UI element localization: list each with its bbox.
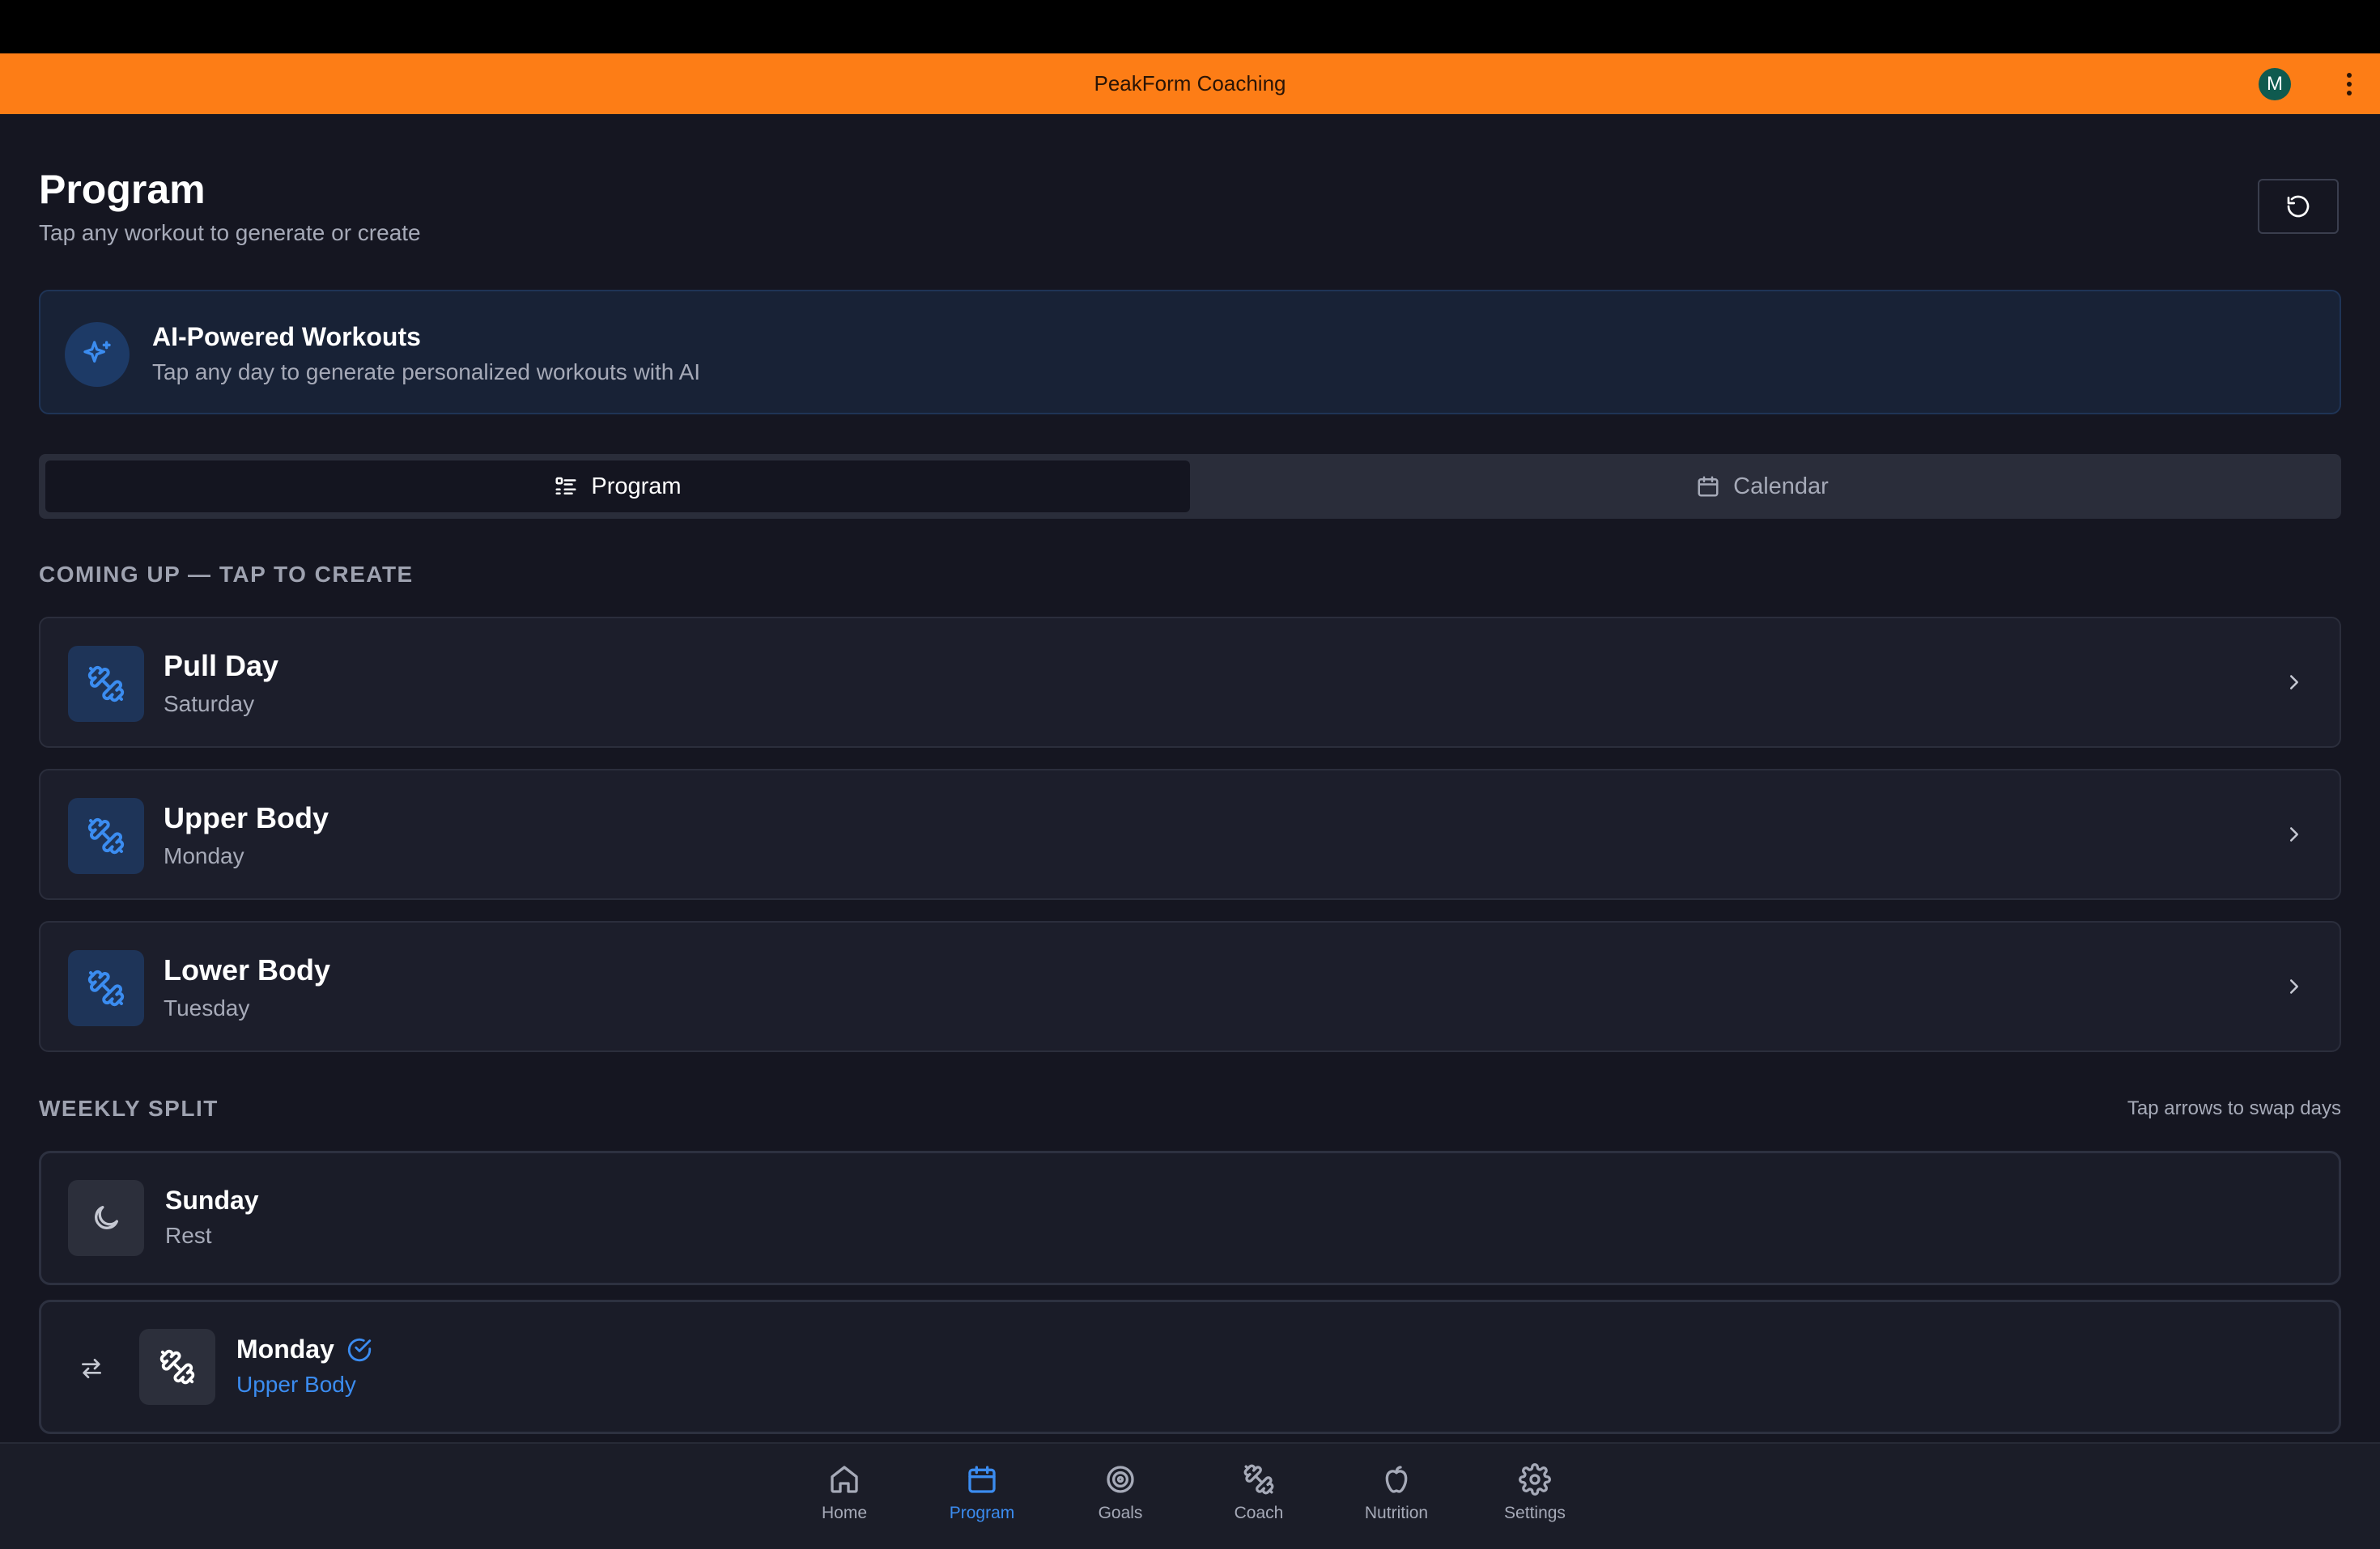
nav-coach[interactable]: Coach xyxy=(1198,1463,1320,1523)
moon-icon xyxy=(68,1180,144,1256)
more-menu-icon[interactable] xyxy=(2340,68,2359,100)
split-day-row[interactable]: Sunday Rest xyxy=(39,1151,2341,1285)
status-bar xyxy=(0,0,2380,53)
dumbbell-icon xyxy=(68,798,144,874)
workout-day: Tuesday xyxy=(164,995,250,1021)
nav-settings-label: Settings xyxy=(1504,1504,1566,1522)
refresh-icon xyxy=(2287,195,2310,218)
dumbbell-icon xyxy=(139,1329,215,1405)
bottom-nav: Home Program Goals Coach Nutrition Setti… xyxy=(0,1442,2380,1549)
weekly-split-hint: Tap arrows to swap days xyxy=(2127,1097,2341,1119)
split-day-workout: Rest xyxy=(165,1223,212,1248)
workout-title: Upper Body xyxy=(164,801,329,834)
split-day-name: Monday xyxy=(236,1335,334,1364)
split-day-name: Sunday xyxy=(165,1186,259,1215)
calendar-icon xyxy=(1698,476,1719,497)
app-title: PeakForm Coaching xyxy=(1094,71,1286,95)
workout-title: Pull Day xyxy=(164,649,279,682)
ai-workouts-banner[interactable]: AI-Powered Workouts Tap any day to gener… xyxy=(39,290,2341,414)
page-subtitle: Tap any workout to generate or create xyxy=(39,220,421,245)
nav-goals[interactable]: Goals xyxy=(1060,1463,1181,1523)
app-header: PeakForm Coaching M xyxy=(0,53,2380,114)
split-day-workout: Upper Body xyxy=(236,1372,356,1397)
ai-banner-subtitle: Tap any day to generate personalized wor… xyxy=(152,359,701,384)
dumbbell-icon xyxy=(1243,1464,1274,1495)
nav-home-label: Home xyxy=(821,1504,868,1522)
chevron-right-icon xyxy=(2276,969,2312,1004)
nav-goals-label: Goals xyxy=(1098,1504,1143,1522)
tab-calendar[interactable]: Calendar xyxy=(1190,460,2335,512)
home-icon xyxy=(831,1466,858,1493)
tab-program-label: Program xyxy=(591,473,682,499)
swap-arrows-icon[interactable] xyxy=(74,1351,109,1386)
dumbbell-icon xyxy=(68,646,144,722)
gear-icon xyxy=(1519,1463,1551,1496)
nav-nutrition-label: Nutrition xyxy=(1364,1504,1429,1522)
ai-banner-title: AI-Powered Workouts xyxy=(152,322,421,351)
weekly-split-heading: WEEKLY SPLIT xyxy=(39,1096,219,1121)
nav-home[interactable]: Home xyxy=(784,1463,905,1523)
workout-day: Saturday xyxy=(164,691,255,716)
workout-row[interactable]: Upper Body Monday xyxy=(39,769,2341,900)
chevron-right-icon xyxy=(2276,664,2312,700)
workout-day: Monday xyxy=(164,843,244,868)
calendar-icon xyxy=(968,1466,996,1493)
workout-title: Lower Body xyxy=(164,953,331,987)
check-circle-icon xyxy=(347,1338,372,1361)
nav-program[interactable]: Program xyxy=(921,1463,1043,1523)
list-icon xyxy=(555,477,576,494)
nav-program-label: Program xyxy=(949,1504,1015,1522)
apple-icon xyxy=(1385,1466,1408,1493)
target-icon xyxy=(1107,1466,1134,1493)
nav-coach-label: Coach xyxy=(1234,1504,1284,1522)
nav-settings[interactable]: Settings xyxy=(1474,1463,1596,1523)
page-title: Program xyxy=(39,167,206,212)
chevron-right-icon xyxy=(2276,817,2312,852)
workout-row[interactable]: Pull Day Saturday xyxy=(39,617,2341,748)
avatar[interactable]: M xyxy=(2259,68,2291,100)
view-switcher: Program Calendar xyxy=(39,454,2341,519)
refresh-button[interactable] xyxy=(2258,179,2339,234)
nav-nutrition[interactable]: Nutrition xyxy=(1336,1463,1457,1523)
tab-program[interactable]: Program xyxy=(45,460,1190,512)
workout-row[interactable]: Lower Body Tuesday xyxy=(39,921,2341,1052)
split-day-row[interactable]: Monday Upper Body xyxy=(39,1300,2341,1434)
sparkles-icon xyxy=(65,322,130,387)
coming-up-heading: COMING UP — TAP TO CREATE xyxy=(39,562,414,587)
dumbbell-icon xyxy=(68,950,144,1026)
split-day-title: Monday xyxy=(236,1335,373,1364)
tab-calendar-label: Calendar xyxy=(1733,473,1829,499)
avatar-initial: M xyxy=(2267,73,2283,95)
